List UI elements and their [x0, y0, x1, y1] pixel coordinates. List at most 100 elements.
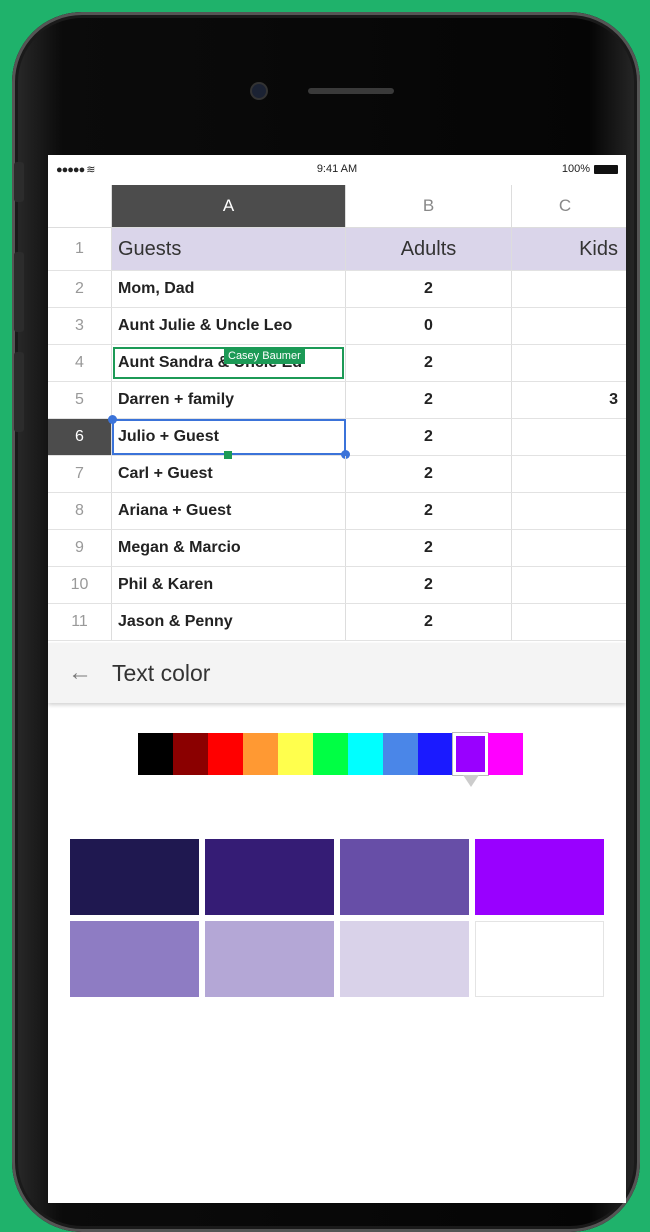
- column-header-a[interactable]: A: [112, 185, 346, 227]
- battery-percent: 100%: [561, 163, 590, 175]
- back-arrow-icon[interactable]: ←: [48, 659, 112, 687]
- cell-b9[interactable]: 2: [346, 530, 512, 566]
- shade-swatch[interactable]: [205, 839, 334, 915]
- cell-a2[interactable]: Mom, Dad: [112, 271, 346, 307]
- cell-c3[interactable]: [512, 308, 626, 344]
- shade-grid: [70, 839, 604, 997]
- shade-swatch[interactable]: [340, 839, 469, 915]
- cell-b10[interactable]: 2: [346, 567, 512, 603]
- cell-b6[interactable]: 2: [346, 419, 512, 455]
- cell-a6-selected[interactable]: Julio + Guest: [108, 415, 350, 459]
- table-row: 7 Carl + Guest 2: [48, 456, 626, 493]
- table-row: 9 Megan & Marcio 2: [48, 530, 626, 567]
- color-swatch[interactable]: [243, 733, 278, 775]
- color-swatch[interactable]: [173, 733, 208, 775]
- table-row: 5 Darren + family 2 3: [48, 382, 626, 419]
- cell-c9[interactable]: [512, 530, 626, 566]
- cell-b2[interactable]: 2: [346, 271, 512, 307]
- spreadsheet-grid: A B C 1 Guests Adults Kids 2 Mom, Dad 2 …: [48, 185, 626, 641]
- cell-c4[interactable]: [512, 345, 626, 381]
- cell-a11[interactable]: Jason & Penny: [112, 604, 346, 640]
- collaborator-name-tag: Casey Baumer: [224, 348, 305, 364]
- cell-c1[interactable]: Kids: [512, 228, 626, 270]
- table-row: 11 Jason & Penny 2: [48, 604, 626, 641]
- row-header[interactable]: 9: [48, 530, 112, 566]
- row-header[interactable]: 10: [48, 567, 112, 603]
- cell-b1[interactable]: Adults: [346, 228, 512, 270]
- color-palette-row: [138, 733, 523, 787]
- column-header-b[interactable]: B: [346, 185, 512, 227]
- table-row: 10 Phil & Karen 2: [48, 567, 626, 604]
- cell-c2[interactable]: [512, 271, 626, 307]
- cell-b7[interactable]: 2: [346, 456, 512, 492]
- cell-b4[interactable]: 2: [346, 345, 512, 381]
- battery-icon: [594, 164, 618, 174]
- color-swatch[interactable]: [208, 733, 243, 775]
- cell-b3[interactable]: 0: [346, 308, 512, 344]
- table-row-selected: 6 Julio + Guest 2: [48, 415, 626, 459]
- color-swatch[interactable]: [453, 733, 488, 787]
- cell-a9[interactable]: Megan & Marcio: [112, 530, 346, 566]
- selection-handle-top-left[interactable]: [108, 415, 117, 424]
- color-swatch[interactable]: [418, 733, 453, 775]
- row-header[interactable]: 4: [48, 345, 112, 381]
- table-row: 2 Mom, Dad 2: [48, 271, 626, 308]
- color-swatch[interactable]: [348, 733, 383, 775]
- table-row: 8 Ariana + Guest 2: [48, 493, 626, 530]
- cell-b5[interactable]: 2: [346, 382, 512, 418]
- shade-swatch[interactable]: [205, 921, 334, 997]
- cell-a10[interactable]: Phil & Karen: [112, 567, 346, 603]
- text-color-panel: ← Text color: [48, 643, 626, 1203]
- table-row: 1 Guests Adults Kids: [48, 228, 626, 271]
- row-header[interactable]: 5: [48, 382, 112, 418]
- cell-b11[interactable]: 2: [346, 604, 512, 640]
- cell-a1[interactable]: Guests: [112, 228, 346, 270]
- shade-swatch[interactable]: [70, 839, 199, 915]
- color-swatch[interactable]: [383, 733, 418, 775]
- cell-c11[interactable]: [512, 604, 626, 640]
- row-header[interactable]: 8: [48, 493, 112, 529]
- cell-c10[interactable]: [512, 567, 626, 603]
- cell-b8[interactable]: 2: [346, 493, 512, 529]
- column-header-c[interactable]: C: [512, 185, 626, 227]
- cell-a3[interactable]: Aunt Julie & Uncle Leo: [112, 308, 346, 344]
- column-header-row: A B C: [48, 185, 626, 228]
- earpiece-speaker: [308, 88, 394, 94]
- color-swatch[interactable]: [138, 733, 173, 775]
- battery-indicator: 100%: [562, 163, 618, 175]
- color-swatch[interactable]: [313, 733, 348, 775]
- cell-c8[interactable]: [512, 493, 626, 529]
- table-row: 3 Aunt Julie & Uncle Leo 0: [48, 308, 626, 345]
- row-header-selected[interactable]: 6: [48, 419, 112, 455]
- cell-a8[interactable]: Ariana + Guest: [112, 493, 346, 529]
- selected-indicator-caret: [463, 775, 479, 787]
- shade-swatch[interactable]: [70, 921, 199, 997]
- row-header[interactable]: 11: [48, 604, 112, 640]
- selection-box: [112, 419, 346, 455]
- shade-swatch[interactable]: [475, 839, 604, 915]
- cell-c6[interactable]: [512, 419, 626, 455]
- cell-a4[interactable]: Aunt Sandra & Uncle Ed Casey Baumer: [112, 345, 346, 381]
- status-time: 9:41 AM: [316, 163, 358, 175]
- phone-screen: ●●●●● ≋ 9:41 AM 100% A B C 1 Guests Adul…: [48, 155, 626, 1203]
- panel-title: Text color: [112, 659, 211, 686]
- panel-header: ← Text color: [48, 643, 626, 703]
- mute-switch: [14, 162, 24, 202]
- front-camera: [252, 84, 266, 98]
- row-header[interactable]: 1: [48, 228, 112, 270]
- shade-swatch[interactable]: [340, 921, 469, 997]
- corner-cell[interactable]: [48, 185, 112, 227]
- row-header[interactable]: 3: [48, 308, 112, 344]
- cell-c7[interactable]: [512, 456, 626, 492]
- table-row: 4 Aunt Sandra & Uncle Ed Casey Baumer 2: [48, 345, 626, 382]
- cell-a7[interactable]: Carl + Guest: [112, 456, 346, 492]
- cell-c5[interactable]: 3: [512, 382, 626, 418]
- cell-a5[interactable]: Darren + family: [112, 382, 346, 418]
- shade-swatch[interactable]: [475, 921, 604, 997]
- volume-up-button: [14, 252, 24, 332]
- row-header[interactable]: 2: [48, 271, 112, 307]
- color-swatch[interactable]: [278, 733, 313, 775]
- color-swatch[interactable]: [488, 733, 523, 775]
- row-header[interactable]: 7: [48, 456, 112, 492]
- volume-down-button: [14, 352, 24, 432]
